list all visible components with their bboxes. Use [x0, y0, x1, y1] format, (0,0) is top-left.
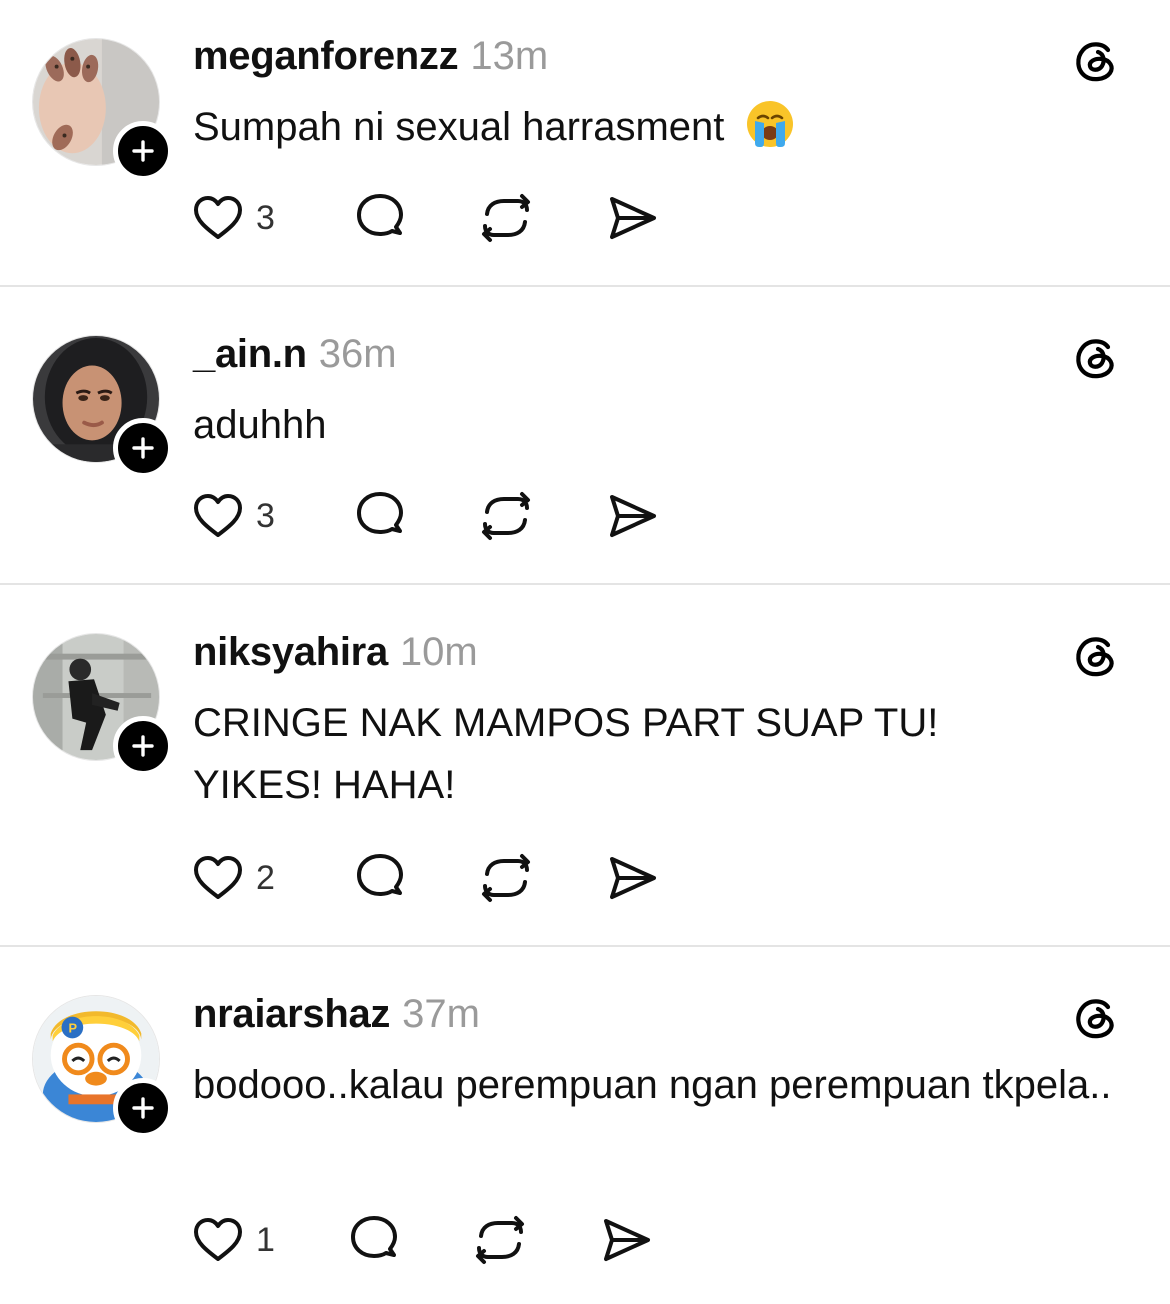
share-button[interactable] — [604, 190, 660, 246]
share-button[interactable] — [604, 488, 660, 544]
follow-button[interactable] — [113, 121, 173, 181]
thread-post[interactable]: meganforenzz 13m Sumpah ni sexual harras… — [0, 0, 1170, 286]
repost-button[interactable] — [478, 190, 534, 246]
post-text-container: CRINGE NAK MAMPOS PART SUAP TU! YIKES! H… — [193, 692, 1023, 816]
follow-button[interactable] — [113, 418, 173, 478]
username[interactable]: meganforenzz — [193, 34, 459, 79]
timestamp: 37m — [402, 992, 480, 1036]
post-text: Sumpah ni sexual harrasment — [193, 105, 725, 149]
repost-icon — [476, 1216, 524, 1264]
thread-post[interactable]: niksyahira 10m CRINGE NAK MAMPOS PART SU… — [0, 585, 1170, 946]
plus-icon — [132, 1097, 154, 1119]
like-count: 1 — [256, 1220, 275, 1259]
repost-icon — [482, 854, 530, 902]
repost-icon — [482, 492, 530, 540]
threads-logo-icon[interactable] — [1072, 630, 1122, 680]
comment-bubble-icon — [357, 854, 403, 896]
repost-button[interactable] — [472, 1212, 528, 1268]
heart-icon — [194, 494, 242, 537]
svg-text:P: P — [68, 1020, 77, 1035]
heart-icon — [194, 196, 242, 239]
follow-button[interactable] — [113, 716, 173, 776]
repost-icon — [482, 194, 530, 242]
timestamp: 10m — [399, 630, 478, 674]
post-text-container: Sumpah ni sexual harrasment — [193, 96, 1133, 158]
repost-button[interactable] — [478, 488, 534, 544]
threads-logo-icon[interactable] — [1072, 35, 1122, 85]
post-header: niksyahira 10m — [193, 630, 478, 680]
threads-logo-icon[interactable] — [1072, 332, 1122, 382]
reply-button[interactable] — [352, 850, 408, 906]
plus-icon — [132, 437, 154, 459]
comment-bubble-icon — [357, 194, 403, 236]
post-text: aduhhh — [193, 403, 327, 447]
like-count: 3 — [256, 198, 275, 237]
follow-button[interactable] — [113, 1078, 173, 1138]
share-button[interactable] — [598, 1212, 654, 1268]
reply-button[interactable] — [352, 488, 408, 544]
thread-post[interactable]: _ain.n 36m aduhhh 3 — [0, 287, 1170, 584]
like-button[interactable]: 2 — [190, 850, 275, 906]
comment-bubble-icon — [351, 1216, 397, 1258]
post-text: CRINGE NAK MAMPOS PART SUAP TU! YIKES! H… — [193, 701, 939, 807]
post-header: nraiarshaz 37m — [193, 992, 480, 1042]
send-icon — [610, 197, 656, 239]
post-header: _ain.n 36m — [193, 332, 397, 382]
heart-icon — [194, 1218, 242, 1261]
username[interactable]: nraiarshaz — [193, 992, 390, 1037]
like-button[interactable]: 3 — [190, 190, 275, 246]
plus-icon — [132, 140, 154, 162]
send-icon — [610, 495, 656, 537]
share-button[interactable] — [604, 850, 660, 906]
like-count: 2 — [256, 858, 275, 897]
heart-icon — [194, 856, 242, 899]
reply-button[interactable] — [346, 1212, 402, 1268]
loudly-crying-face-emoji — [746, 101, 793, 147]
post-text-container: aduhhh — [193, 394, 1133, 456]
post-text: bodooo..kalau perempuan ngan perempuan t… — [193, 1063, 1112, 1107]
plus-icon — [132, 735, 154, 757]
send-icon — [610, 857, 656, 899]
like-count: 3 — [256, 496, 275, 535]
reply-button[interactable] — [352, 190, 408, 246]
like-button[interactable]: 1 — [190, 1212, 275, 1268]
timestamp: 36m — [318, 332, 397, 376]
username[interactable]: _ain.n — [193, 332, 307, 377]
username[interactable]: niksyahira — [193, 630, 388, 675]
send-icon — [604, 1219, 650, 1261]
post-header: meganforenzz 13m — [193, 34, 548, 84]
post-text-container: bodooo..kalau perempuan ngan perempuan t… — [193, 1054, 1113, 1116]
threads-logo-icon[interactable] — [1072, 992, 1122, 1042]
repost-button[interactable] — [478, 850, 534, 906]
thread-post[interactable]: P nraiarshaz 37m bodooo..kalau perempuan… — [0, 947, 1170, 1304]
comment-bubble-icon — [357, 492, 403, 534]
like-button[interactable]: 3 — [190, 488, 275, 544]
timestamp: 13m — [470, 34, 549, 78]
